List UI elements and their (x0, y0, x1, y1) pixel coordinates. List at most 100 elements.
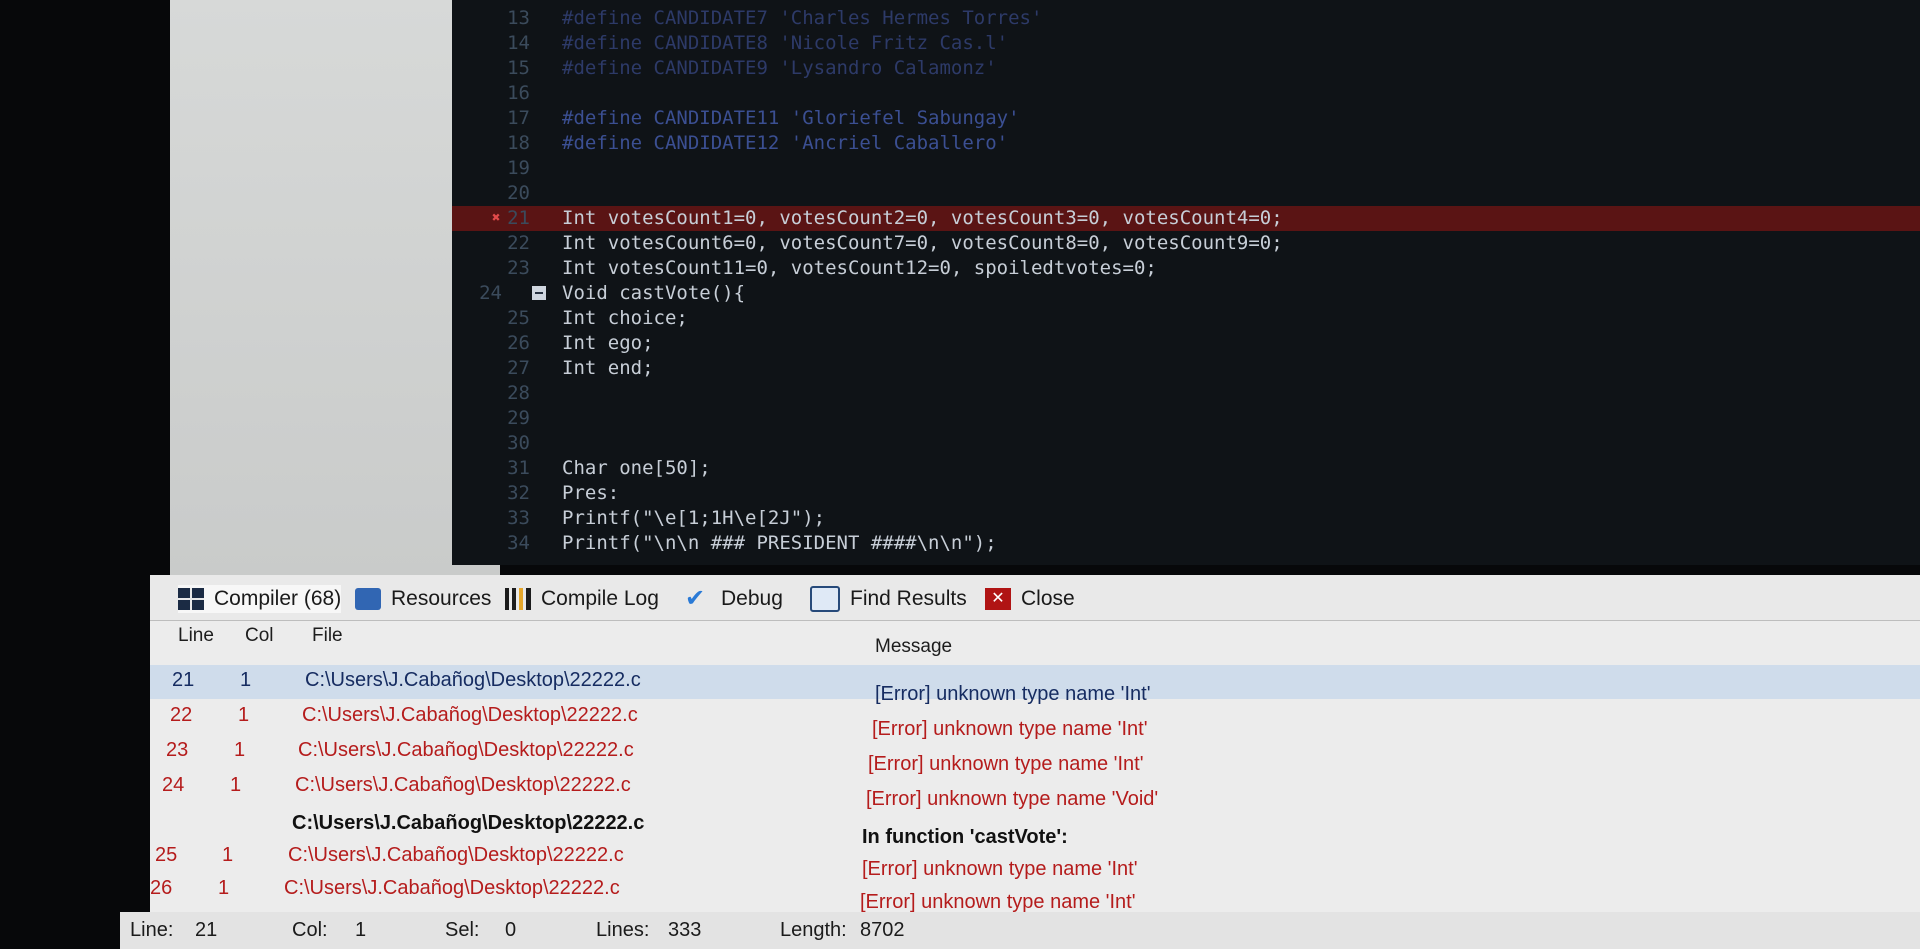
row-file: C:\Users\J.Cabañog\Desktop\22222.c (298, 739, 634, 761)
line-number: 23 (507, 257, 530, 279)
message-row-function-context[interactable]: C:\Users\J.Cabañog\Desktop\22222.c In fu… (150, 808, 1920, 848)
tab-resources[interactable]: Resources (355, 585, 491, 613)
code-editor[interactable]: 13 #define CANDIDATE7 'Charles Hermes Tor… (452, 0, 1920, 565)
message-row[interactable]: 26 1 C:\Users\J.Cabañog\Desktop\22222.c … (150, 873, 1920, 913)
row-col: 1 (240, 669, 252, 691)
code-line: 28 (452, 381, 1920, 406)
checkmark-icon: ✔ (685, 585, 706, 612)
code-line: 17 #define CANDIDATE11 'Gloriefel Sabunga… (452, 106, 1920, 131)
project-browser-panel (170, 0, 500, 575)
code-text: Int votesCount11=0, votesCount12=0, spoi… (562, 257, 1157, 279)
fold-collapse-icon[interactable] (532, 286, 546, 300)
code-line: 19 (452, 156, 1920, 181)
column-header-col[interactable]: Col (245, 625, 274, 647)
code-text: Int votesCount6=0, votesCount7=0, votesC… (562, 232, 1283, 254)
tab-label: Resources (391, 587, 492, 610)
code-text: #define CANDIDATE11 'Gloriefel Sabungay' (562, 107, 1020, 129)
line-number: 22 (507, 232, 530, 254)
code-line: 33 Printf("\e[1;1H\e[2J"); (452, 506, 1920, 531)
status-length-label: Length: (780, 919, 847, 941)
line-number: 21 (507, 207, 530, 229)
line-number: 34 (507, 532, 530, 554)
message-row[interactable]: 23 1 C:\Users\J.Cabañog\Desktop\22222.c … (150, 735, 1920, 775)
code-text: Int votesCount1=0, votesCount2=0, votesC… (562, 207, 1283, 229)
resources-icon (355, 588, 381, 610)
tab-label: Debug (721, 587, 783, 610)
status-line-value: 21 (195, 919, 218, 941)
code-line: 15 #define CANDIDATE9 'Lysandro Calamonz' (452, 56, 1920, 81)
code-line: 14 #define CANDIDATE8 'Nicole Fritz Cas.l… (452, 31, 1920, 56)
find-icon (810, 586, 840, 612)
code-line: 22 Int votesCount6=0, votesCount7=0, vote… (452, 231, 1920, 256)
code-line: 16 (452, 81, 1920, 106)
tab-compile-log[interactable]: Compile Log (505, 585, 659, 613)
row-col: 1 (230, 774, 242, 796)
message-row[interactable]: 22 1 C:\Users\J.Cabañog\Desktop\22222.c … (150, 700, 1920, 740)
line-number: 17 (507, 107, 530, 129)
code-line: 25 Int choice; (452, 306, 1920, 331)
tab-debug[interactable]: ✔ Debug (685, 585, 783, 613)
row-line: 22 (170, 704, 193, 726)
code-line: 31 Char one[50]; (452, 456, 1920, 481)
message-row[interactable]: 25 1 C:\Users\J.Cabañog\Desktop\22222.c … (150, 840, 1920, 880)
grid-icon (178, 588, 204, 610)
code-text: Int end; (562, 357, 654, 379)
code-text: Printf("\e[1;1H\e[2J"); (562, 507, 826, 529)
line-number: 15 (507, 57, 530, 79)
code-line: 27 Int end; (452, 356, 1920, 381)
message-row[interactable]: 21 1 C:\Users\J.Cabañog\Desktop\22222.c … (150, 665, 1920, 705)
tab-label: Find Results (850, 587, 967, 610)
code-line: 23 Int votesCount11=0, votesCount12=0, sp… (452, 256, 1920, 281)
line-number: 28 (507, 382, 530, 404)
line-number: 24 (479, 282, 502, 304)
status-lines-label: Lines: (596, 919, 650, 941)
row-line: 23 (166, 739, 189, 761)
tab-compiler[interactable]: Compiler (68) (178, 585, 342, 613)
line-number: 20 (507, 182, 530, 204)
row-file: C:\Users\J.Cabañog\Desktop\22222.c (284, 877, 620, 899)
close-icon: ✕ (985, 588, 1011, 610)
row-line: 21 (172, 669, 195, 691)
code-line: 13 #define CANDIDATE7 'Charles Hermes Tor… (452, 6, 1920, 31)
code-text: #define CANDIDATE9 'Lysandro Calamonz' (562, 57, 997, 79)
tab-label: Close (1021, 587, 1075, 610)
chart-icon (505, 588, 531, 610)
row-file: C:\Users\J.Cabañog\Desktop\22222.c (288, 844, 624, 866)
row-col: 1 (222, 844, 234, 866)
code-text: Int ego; (562, 332, 654, 354)
row-line: 25 (155, 844, 178, 866)
line-number: 31 (507, 457, 530, 479)
line-number: 19 (507, 157, 530, 179)
row-col: 1 (238, 704, 250, 726)
message-row[interactable]: 24 1 C:\Users\J.Cabañog\Desktop\22222.c … (150, 770, 1920, 810)
code-text: #define CANDIDATE7 'Charles Hermes Torre… (562, 7, 1043, 29)
status-length-value: 8702 (860, 919, 905, 941)
row-line: 24 (162, 774, 185, 796)
line-number: 33 (507, 507, 530, 529)
code-line: 26 Int ego; (452, 331, 1920, 356)
code-line: 24 Void castVote(){ (452, 281, 1920, 306)
row-message: [Error] unknown type name 'Int' (860, 891, 1136, 913)
status-col-value: 1 (355, 919, 367, 941)
tab-label: Compiler (68) (214, 587, 342, 610)
column-header-message[interactable]: Message (875, 636, 952, 658)
code-line: 34 Printf("\n\n ### PRESIDENT ####\n\n"); (452, 531, 1920, 556)
tab-label: Compile Log (541, 587, 659, 610)
code-text: Int choice; (562, 307, 688, 329)
tab-close[interactable]: ✕ Close (985, 585, 1075, 613)
line-number: 18 (507, 132, 530, 154)
status-line-label: Line: (130, 919, 174, 941)
status-sel-label: Sel: (445, 919, 480, 941)
line-number: 16 (507, 82, 530, 104)
code-text: Printf("\n\n ### PRESIDENT ####\n\n"); (562, 532, 997, 554)
code-line-error-highlight: ✖ 21 Int votesCount1=0, votesCount2=0, vot… (452, 206, 1920, 231)
tab-find-results[interactable]: Find Results (810, 585, 967, 613)
code-text: Char one[50]; (562, 457, 711, 479)
status-bar: Line: 21 Col: 1 Sel: 0 Lines: 333 Length… (120, 912, 1920, 949)
column-header-line[interactable]: Line (178, 625, 214, 647)
column-header-file[interactable]: File (312, 625, 343, 647)
line-number: 29 (507, 407, 530, 429)
row-file: C:\Users\J.Cabañog\Desktop\22222.c (292, 812, 645, 834)
status-col-label: Col: (292, 919, 328, 941)
code-text: Void castVote(){ (562, 282, 746, 304)
